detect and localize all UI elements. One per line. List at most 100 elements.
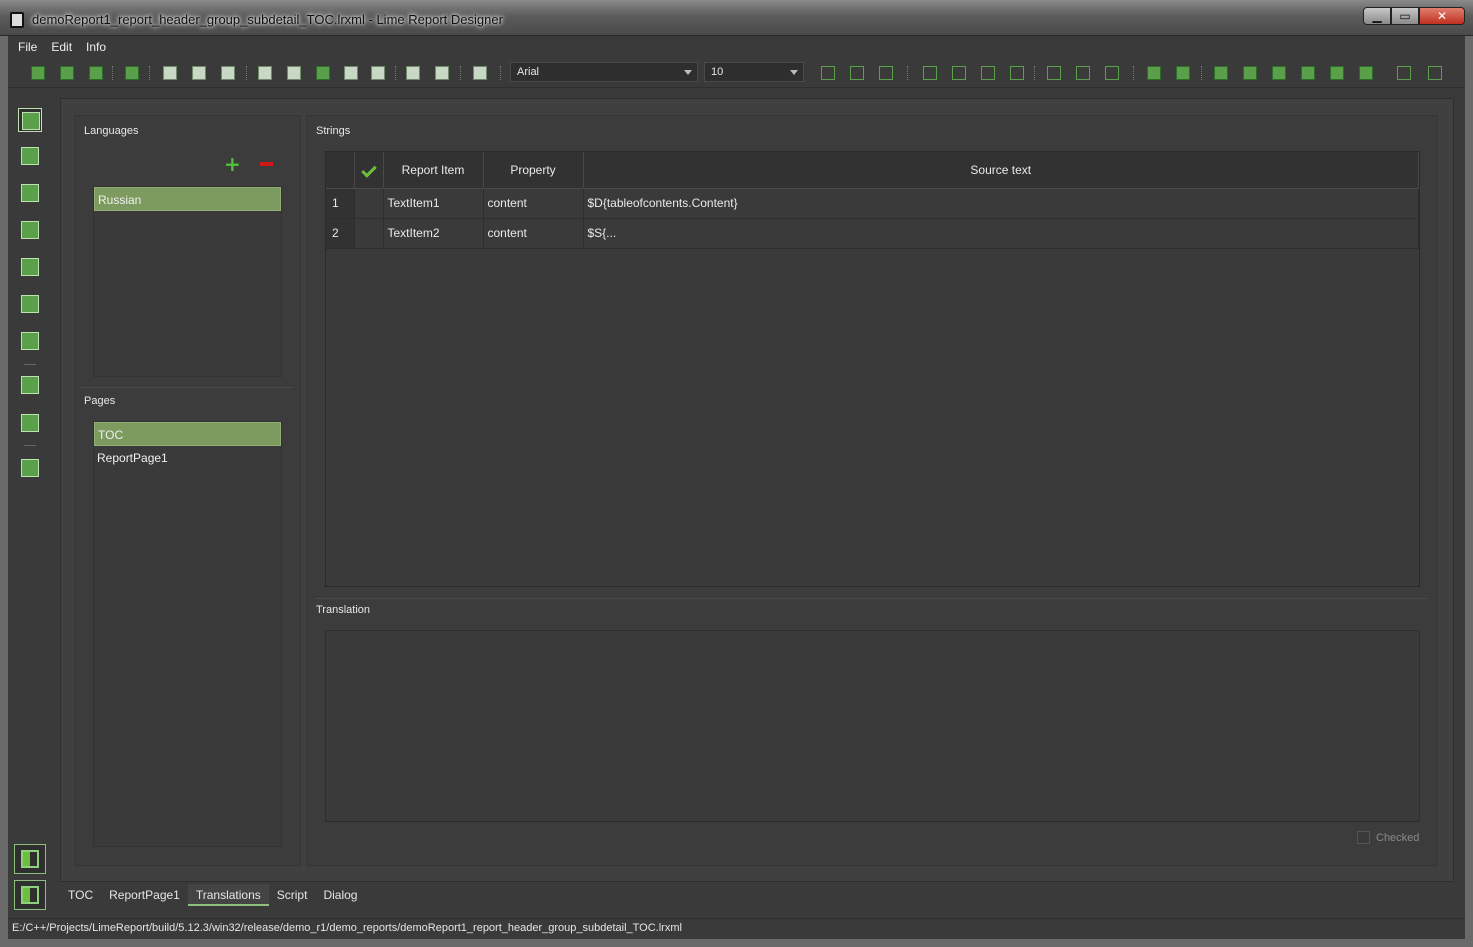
- menu-info[interactable]: Info: [86, 40, 106, 54]
- page-item-reportpage1[interactable]: ReportPage1: [94, 446, 281, 470]
- language-item-russian[interactable]: Russian: [94, 187, 281, 211]
- tab-reportpage1[interactable]: ReportPage1: [101, 884, 188, 906]
- table-row[interactable]: 2 TextItem2 content $S{...: [326, 218, 1419, 249]
- panel-splitter[interactable]: [80, 387, 293, 388]
- vertical-layout-tool[interactable]: [18, 411, 42, 435]
- image-tool[interactable]: [18, 292, 42, 316]
- window-frame-right: [1465, 36, 1473, 947]
- maximize-button[interactable]: ▭: [1391, 7, 1419, 25]
- open-file-icon[interactable]: [59, 65, 75, 81]
- redo-icon[interactable]: [370, 65, 386, 81]
- source-text-cell: $D{tableofcontents.Content}: [583, 188, 1419, 219]
- translation-text-editor[interactable]: [325, 630, 1420, 822]
- valign-center-icon[interactable]: [1075, 65, 1091, 81]
- settings-gear-icon[interactable]: [124, 65, 140, 81]
- table-row[interactable]: 1 TextItem1 content $D{tableofcontents.C…: [326, 188, 1419, 219]
- bold-icon[interactable]: [820, 65, 836, 81]
- property-cell: content: [483, 188, 584, 219]
- font-size-select[interactable]: 10: [704, 62, 804, 82]
- paste-icon[interactable]: [286, 65, 302, 81]
- strings-translation-splitter[interactable]: [316, 598, 1428, 599]
- align-right-icon[interactable]: [980, 65, 996, 81]
- tab-toc[interactable]: TOC: [60, 884, 101, 906]
- text-item-tool[interactable]: [18, 181, 42, 205]
- new-report-icon[interactable]: [30, 65, 46, 81]
- save-icon[interactable]: [88, 65, 104, 81]
- grid-icon[interactable]: [1146, 65, 1162, 81]
- menu-bar: File Edit Info: [8, 36, 1465, 58]
- align-justify-icon[interactable]: [1009, 65, 1025, 81]
- align-to-left-icon[interactable]: [1271, 65, 1287, 81]
- align-to-right-icon[interactable]: [1300, 65, 1316, 81]
- font-family-select[interactable]: Arial: [510, 62, 698, 82]
- align-left-icon[interactable]: [922, 65, 938, 81]
- checked-column-header[interactable]: [354, 152, 384, 189]
- same-width-icon[interactable]: [1358, 65, 1374, 81]
- checked-label: Checked: [1376, 831, 1420, 844]
- report-item-cell: TextItem2: [383, 218, 484, 249]
- underline-icon[interactable]: [878, 65, 894, 81]
- link-icon[interactable]: [1175, 65, 1191, 81]
- delete-page-icon[interactable]: [191, 65, 207, 81]
- horizontal-layout-tool[interactable]: [18, 373, 42, 397]
- table-header-row: Report Item Property Source text: [326, 152, 1419, 189]
- copy-icon[interactable]: [257, 65, 273, 81]
- tab-translations[interactable]: Translations: [187, 884, 269, 906]
- chevron-down-icon: [790, 70, 798, 75]
- pages-label: Pages: [84, 395, 116, 407]
- tab-script[interactable]: Script: [269, 884, 316, 906]
- toolbar-separator: [907, 66, 909, 80]
- chart-tool[interactable]: [18, 329, 42, 353]
- align-to-middle-icon[interactable]: [1329, 65, 1345, 81]
- select-pointer-tool[interactable]: [18, 108, 42, 132]
- minimize-button[interactable]: ▁: [1363, 7, 1391, 25]
- add-dialog-icon[interactable]: [220, 65, 236, 81]
- align-center-icon[interactable]: [951, 65, 967, 81]
- close-button[interactable]: ✕: [1419, 7, 1465, 25]
- report-item-cell: TextItem1: [383, 188, 484, 219]
- toggle-object-inspector-button[interactable]: [14, 844, 46, 874]
- window-frame-bottom: [0, 939, 1473, 947]
- delete-trash-icon[interactable]: [18, 456, 42, 480]
- zoom-out-icon[interactable]: [434, 65, 450, 81]
- shape-tool[interactable]: [18, 255, 42, 279]
- source-text-column-header[interactable]: Source text: [583, 152, 1419, 189]
- valign-bottom-icon[interactable]: [1104, 65, 1120, 81]
- remove-language-button[interactable]: [258, 155, 274, 173]
- row-checked-cell[interactable]: [354, 218, 384, 249]
- menu-file[interactable]: File: [18, 40, 37, 54]
- page-item-toc[interactable]: TOC: [94, 422, 281, 446]
- toolbar-separator: [1034, 66, 1036, 80]
- print-preview-icon[interactable]: [472, 65, 488, 81]
- window-frame-left: [0, 36, 8, 947]
- more-chevron-icon[interactable]: [1396, 65, 1412, 81]
- status-bar: E:/C++/Projects/LimeReport/build/5.12.3/…: [8, 918, 1465, 938]
- chevron-down-icon: [684, 70, 692, 75]
- status-file-path: E:/C++/Projects/LimeReport/build/5.12.3/…: [12, 922, 682, 934]
- send-to-back-icon[interactable]: [1242, 65, 1258, 81]
- barcode-tool[interactable]: [18, 218, 42, 242]
- menu-edit[interactable]: Edit: [51, 40, 72, 54]
- add-page-icon[interactable]: [162, 65, 178, 81]
- valign-top-icon[interactable]: [1046, 65, 1062, 81]
- undo-icon[interactable]: [343, 65, 359, 81]
- italic-icon[interactable]: [849, 65, 865, 81]
- toolbar-separator: [246, 66, 248, 80]
- frame-icon[interactable]: [1427, 65, 1443, 81]
- tab-dialog[interactable]: Dialog: [315, 884, 365, 906]
- checked-checkbox[interactable]: [1357, 831, 1370, 844]
- bring-to-front-icon[interactable]: [1213, 65, 1229, 81]
- checked-checkbox-wrap[interactable]: Checked: [1357, 831, 1419, 844]
- row-checked-cell[interactable]: [354, 188, 384, 219]
- add-language-button[interactable]: +: [224, 154, 241, 174]
- strings-table: Report Item Property Source text 1 TextI…: [325, 151, 1420, 587]
- report-item-column-header[interactable]: Report Item: [383, 152, 484, 189]
- toggle-data-browser-button[interactable]: [14, 880, 46, 910]
- pages-list: TOC ReportPage1: [93, 421, 282, 847]
- zoom-in-icon[interactable]: [405, 65, 421, 81]
- toolbar-separator: [395, 66, 397, 80]
- band-tool[interactable]: [18, 144, 42, 168]
- cut-icon[interactable]: [315, 65, 331, 81]
- property-column-header[interactable]: Property: [483, 152, 584, 189]
- toolbar-separator: [149, 66, 151, 80]
